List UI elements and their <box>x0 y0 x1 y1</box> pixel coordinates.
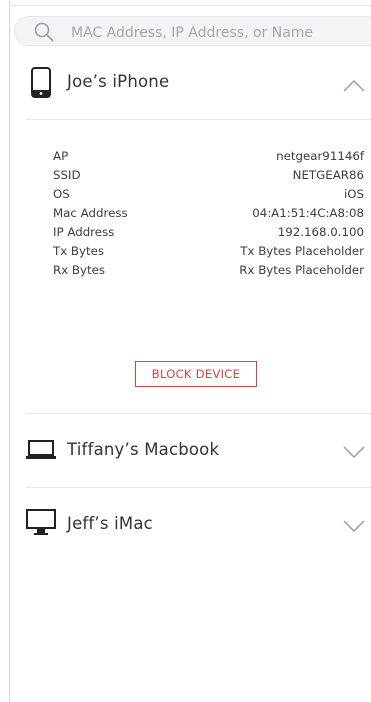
device-details: AP netgear91146f SSID NETGEAR86 OS iOS M… <box>53 146 364 280</box>
detail-row-mac-address: Mac Address 04:A1:51:4C:A8:08 <box>53 203 364 222</box>
detail-row-ap: AP netgear91146f <box>53 146 364 165</box>
device-name: Joe’s iPhone <box>67 72 170 91</box>
divider <box>26 119 371 120</box>
device-row-jeffs-imac[interactable]: Jeff’s iMac <box>10 489 371 559</box>
detail-value: 192.168.0.100 <box>277 224 364 239</box>
device-name: Tiffany’s Macbook <box>67 440 220 459</box>
block-device-button[interactable]: BLOCK DEVICE <box>135 361 257 387</box>
chevron-down-icon[interactable] <box>343 520 365 534</box>
detail-row-rx-bytes: Rx Bytes Rx Bytes Placeholder <box>53 261 364 280</box>
detail-value: iOS <box>343 186 364 201</box>
detail-value: NETGEAR86 <box>292 167 364 182</box>
chevron-down-icon[interactable] <box>343 446 365 460</box>
search-bar[interactable] <box>14 16 371 46</box>
laptop-icon <box>26 440 56 459</box>
detail-label: Mac Address <box>53 205 128 220</box>
detail-label: AP <box>53 148 69 163</box>
search-icon <box>34 22 54 42</box>
top-border <box>9 5 371 6</box>
chevron-up-icon[interactable] <box>343 78 365 92</box>
device-row-tiffanys-macbook[interactable]: Tiffany’s Macbook <box>10 415 371 485</box>
detail-value: netgear91146f <box>276 148 364 163</box>
detail-value: 04:A1:51:4C:A8:08 <box>252 205 364 220</box>
detail-label: SSID <box>53 167 81 182</box>
detail-row-ssid: SSID NETGEAR86 <box>53 165 364 184</box>
divider <box>26 413 371 414</box>
detail-row-os: OS iOS <box>53 184 364 203</box>
detail-value: Rx Bytes Placeholder <box>239 263 364 278</box>
phone-icon <box>31 67 51 98</box>
detail-label: OS <box>53 186 70 201</box>
divider <box>26 487 371 488</box>
detail-row-ip-address: IP Address 192.168.0.100 <box>53 222 364 241</box>
search-input[interactable] <box>69 21 371 45</box>
detail-label: IP Address <box>53 224 115 239</box>
detail-row-tx-bytes: Tx Bytes Tx Bytes Placeholder <box>53 241 364 260</box>
device-row-joes-iphone[interactable]: Joe’s iPhone <box>10 48 371 118</box>
detail-value: Tx Bytes Placeholder <box>240 244 364 259</box>
detail-label: Rx Bytes <box>53 263 106 278</box>
desktop-icon <box>26 509 56 535</box>
detail-label: Tx Bytes <box>53 244 105 259</box>
device-name: Jeff’s iMac <box>67 514 153 533</box>
